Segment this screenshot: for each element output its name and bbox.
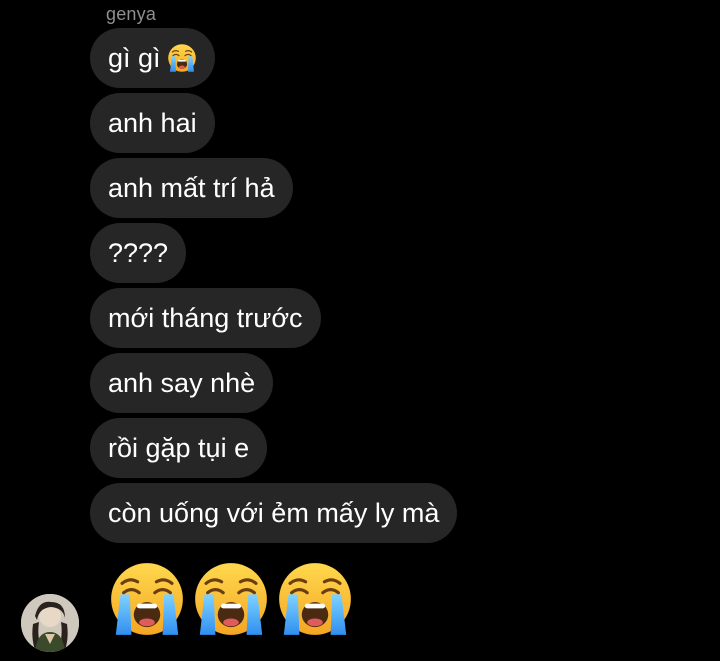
message-text: anh say nhè: [108, 368, 256, 398]
message-text: anh mất trí hả: [108, 173, 275, 203]
sender-name: genya: [106, 4, 157, 24]
message-text: anh hai: [108, 108, 197, 138]
message-bubble[interactable]: anh hai: [90, 93, 215, 153]
message-text: mới tháng trước: [108, 303, 303, 333]
loudly-crying-face-icon: [167, 43, 197, 73]
message-bubble[interactable]: rồi gặp tụi e: [90, 418, 268, 478]
message-bubble[interactable]: anh mất trí hả: [90, 158, 293, 218]
message-text: còn uống với ẻm mấy ly mà: [108, 498, 440, 528]
message-bubble[interactable]: gì gì: [90, 28, 215, 88]
loudly-crying-face-icon: [108, 560, 186, 638]
message-bubble[interactable]: ????: [90, 223, 187, 283]
emoji-message[interactable]: [108, 560, 354, 638]
message-text: ????: [108, 238, 169, 268]
message-text: gì gì: [108, 43, 161, 73]
avatar-image: [21, 594, 79, 652]
message-bubble[interactable]: mới tháng trước: [90, 288, 321, 348]
loudly-crying-face-icon: [276, 560, 354, 638]
loudly-crying-face-icon: [192, 560, 270, 638]
message-bubble[interactable]: anh say nhè: [90, 353, 274, 413]
message-text: rồi gặp tụi e: [108, 433, 250, 463]
avatar[interactable]: [21, 594, 79, 652]
message-bubble[interactable]: còn uống với ẻm mấy ly mà: [90, 483, 458, 543]
chat-screen: genya gì gì anh hai anh mất trí hả ???? …: [0, 0, 720, 661]
